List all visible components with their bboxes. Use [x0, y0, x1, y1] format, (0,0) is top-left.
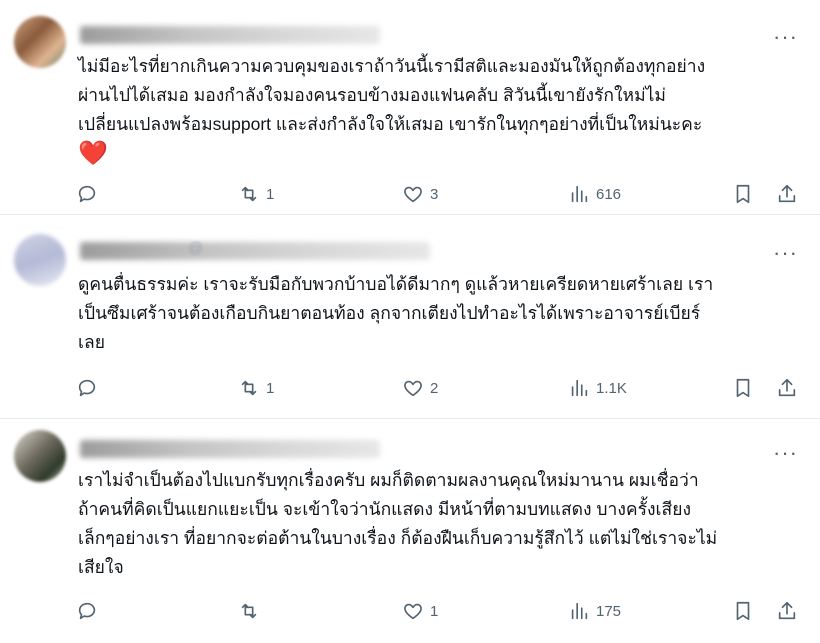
retweet-icon	[241, 380, 257, 396]
bookmark-button[interactable]	[732, 377, 754, 399]
author-name-redacted	[80, 26, 380, 44]
reply-button[interactable]	[76, 183, 104, 205]
bookmark-icon	[736, 378, 750, 398]
like-count: 3	[430, 185, 439, 203]
views-icon	[571, 185, 588, 203]
like-count: 1	[430, 602, 439, 620]
retweet-count: 1	[266, 379, 275, 397]
retweet-button[interactable]: 1	[238, 183, 274, 205]
reply-text: ดูคนตื่นธรรมค่ะ เราจะรับมือกับพวกบ้าบอได…	[78, 270, 798, 357]
more-options-button[interactable]: ···	[773, 442, 798, 464]
views-count: 616	[596, 185, 622, 203]
heart-emoji: ❤️	[78, 140, 108, 167]
like-button[interactable]: 3	[402, 183, 438, 205]
author-name-redacted	[80, 242, 430, 260]
bookmark-icon	[736, 184, 750, 204]
like-button[interactable]: 1	[402, 600, 438, 622]
action-bar: 1 3 616	[76, 181, 804, 207]
more-options-button[interactable]: ···	[773, 26, 798, 48]
reply-text: ไม่มีอะไรที่ยากเกินความควบคุมของเราถ้าวั…	[78, 52, 798, 170]
retweet-icon	[241, 603, 257, 619]
avatar[interactable]	[14, 430, 66, 482]
reply-text-body: ดูคนตื่นธรรมค่ะ เราจะรับมือกับพวกบ้าบอได…	[78, 274, 714, 352]
views-button[interactable]: 175	[568, 600, 621, 622]
bookmark-button[interactable]	[732, 600, 754, 622]
reply-icon	[78, 602, 96, 620]
author-name-redacted	[80, 440, 380, 458]
retweet-button[interactable]: 1	[238, 377, 274, 399]
reply-text: เราไม่จำเป็นต้องไปแบกรับทุกเรื่องครับ ผม…	[78, 466, 798, 582]
share-icon	[778, 601, 796, 620]
reply-icon	[78, 379, 96, 397]
share-button[interactable]	[776, 377, 798, 399]
bookmark-icon	[736, 601, 750, 621]
reply-text-body: ไม่มีอะไรที่ยากเกินความควบคุมของเราถ้าวั…	[78, 56, 706, 134]
retweet-count: 1	[266, 185, 275, 203]
share-icon	[778, 378, 796, 397]
reply-text-body: เราไม่จำเป็นต้องไปแบกรับทุกเรื่องครับ ผม…	[78, 470, 718, 577]
like-icon	[404, 186, 422, 203]
author-handle-partial: @	[188, 240, 204, 257]
avatar[interactable]	[14, 234, 66, 286]
more-options-button[interactable]: ···	[773, 242, 798, 264]
like-button[interactable]: 2	[402, 377, 438, 399]
action-bar: 1 2 1.1K	[76, 375, 804, 401]
retweet-button[interactable]	[238, 600, 266, 622]
reply-button[interactable]	[76, 600, 104, 622]
retweet-icon	[241, 186, 257, 202]
share-button[interactable]	[776, 600, 798, 622]
views-count: 175	[596, 602, 622, 620]
reply-button[interactable]	[76, 377, 104, 399]
views-count: 1.1K	[596, 379, 627, 397]
reply-icon	[78, 185, 96, 203]
like-count: 2	[430, 379, 439, 397]
bookmark-button[interactable]	[732, 183, 754, 205]
avatar[interactable]	[14, 16, 66, 68]
views-icon	[571, 602, 588, 620]
reply-card[interactable]: ··· ดูคนตื่นธรรมค่ะ เราจะรับมือกับพวกบ้า…	[0, 214, 820, 419]
views-icon	[571, 379, 588, 397]
reply-card[interactable]: ··· เราไม่จำเป็นต้องไปแบกรับทุกเรื่องครั…	[0, 418, 820, 643]
reply-card[interactable]: ··· ไม่มีอะไรที่ยากเกินความควบคุมของเราถ…	[0, 0, 820, 215]
like-icon	[404, 603, 422, 620]
share-button[interactable]	[776, 183, 798, 205]
share-icon	[778, 184, 796, 203]
views-button[interactable]: 616	[568, 183, 621, 205]
views-button[interactable]: 1.1K	[568, 377, 627, 399]
like-icon	[404, 380, 422, 397]
action-bar: 1 175	[76, 598, 804, 624]
